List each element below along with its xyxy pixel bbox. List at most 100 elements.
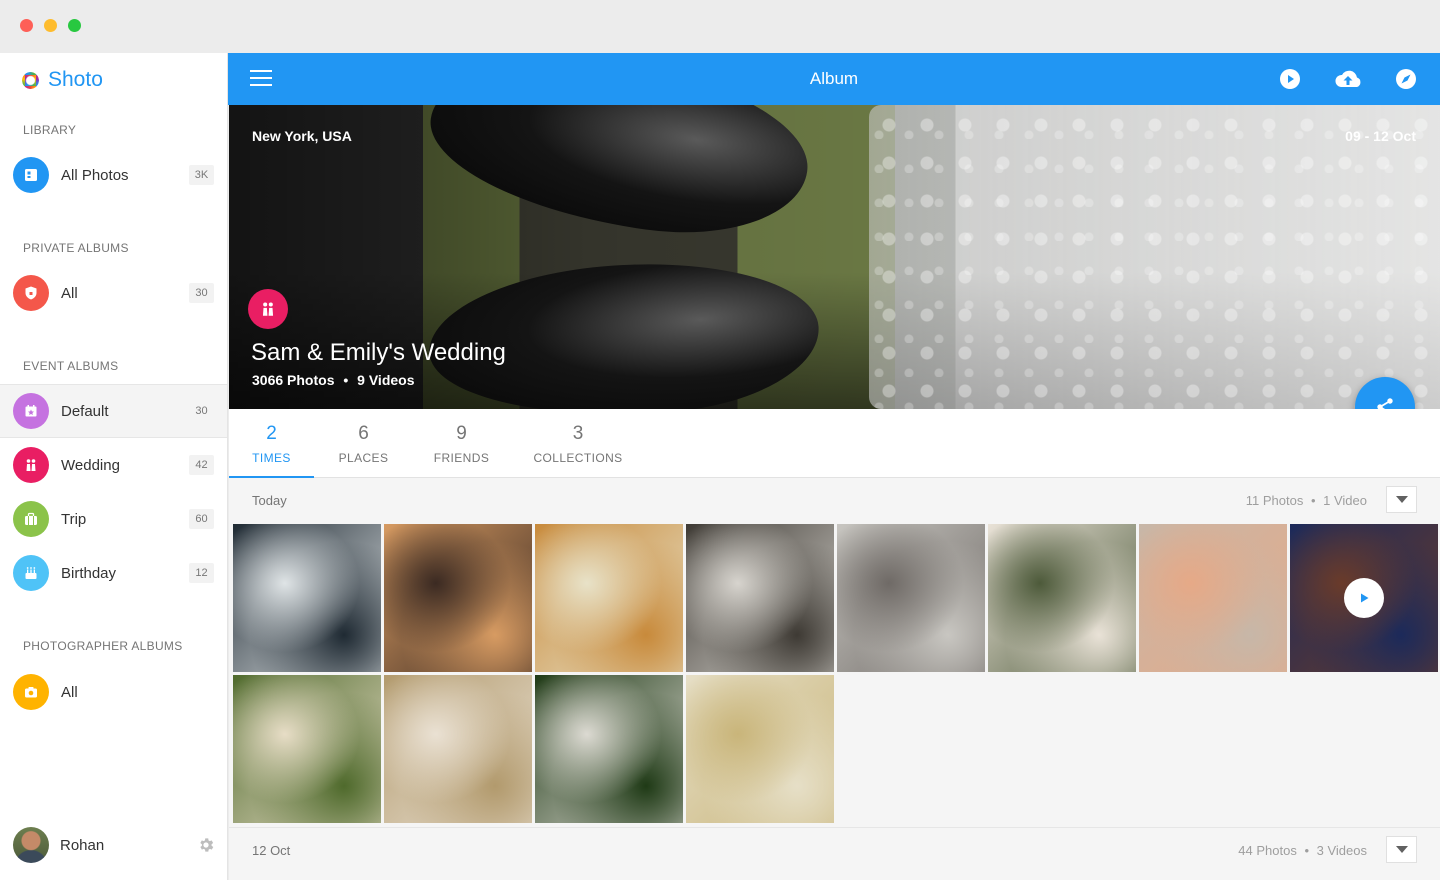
- tab-count: 9: [456, 423, 467, 444]
- album-photo-count: 3066 Photos: [252, 372, 335, 388]
- photo-thumbnail-couple-feet-grass[interactable]: [233, 675, 381, 823]
- app-bar: Album: [228, 53, 1440, 105]
- caret-down-icon: [1395, 845, 1408, 853]
- date-group-header: 12 Oct 44 Photos • 3 Videos: [229, 827, 1440, 871]
- photos-icon: [13, 157, 49, 193]
- sidebar-item-private-all[interactable]: All 30: [0, 266, 227, 320]
- group-photo-count: 11 Photos: [1245, 493, 1304, 508]
- photo-thumbnail-couple-walking-stairs[interactable]: [837, 524, 985, 672]
- sidebar-item-count: 12: [189, 563, 214, 583]
- photo-thumbnail-couple-embrace-lace[interactable]: [384, 675, 532, 823]
- sidebar-item-label: All: [61, 284, 78, 302]
- window-minimize-button[interactable]: [44, 19, 57, 32]
- tab-label: FRIENDS: [433, 451, 490, 465]
- photo-thumbnail-couple-sunset-field[interactable]: [384, 524, 532, 672]
- avatar[interactable]: [13, 827, 49, 863]
- tab-collections[interactable]: 3 COLLECTIONS: [523, 409, 633, 478]
- section-label-private-albums: PRIVATE ALBUMS: [23, 241, 129, 255]
- tab-count: 6: [358, 423, 369, 444]
- calendar-star-icon: [13, 393, 49, 429]
- sidebar-item-all-photos[interactable]: All Photos 3K: [0, 148, 227, 202]
- app-name: Shoto: [48, 68, 103, 91]
- tab-times[interactable]: 2 TIMES: [229, 409, 314, 479]
- lace-dress-image: [869, 105, 1440, 409]
- sidebar-item-photographer-all[interactable]: All: [0, 665, 227, 719]
- photo-thumbnail-lace-dress-back[interactable]: [686, 524, 834, 672]
- sidebar-item-trip[interactable]: Trip 60: [0, 492, 227, 546]
- sidebar-item-count: 60: [189, 509, 214, 529]
- album-location: New York, USA: [252, 128, 352, 144]
- sidebar-item-count: 42: [189, 455, 214, 475]
- album-cover: New York, USA 09 - 12 Oct Sam & Emily's …: [229, 105, 1440, 409]
- sidebar-item-default[interactable]: Default 30: [0, 384, 227, 438]
- window-close-button[interactable]: [20, 19, 33, 32]
- separator: •: [343, 372, 349, 388]
- sidebar-item-label: Wedding: [61, 456, 120, 474]
- compass-icon[interactable]: [1394, 67, 1418, 91]
- group-expand-button[interactable]: [1386, 836, 1417, 863]
- gear-icon[interactable]: [197, 836, 215, 854]
- tab-label: TIMES: [252, 451, 291, 465]
- shoe-image: [424, 251, 824, 409]
- date-group-stats: 44 Photos • 3 Videos: [1238, 843, 1367, 858]
- sidebar-item-count: 30: [195, 405, 208, 417]
- photo-thumbnail-groom-suit-boutonniere[interactable]: [233, 524, 381, 672]
- page-title: Album: [809, 69, 859, 88]
- photo-thumbnail-couple-forest[interactable]: [535, 675, 683, 823]
- brand[interactable]: Shoto: [22, 67, 103, 93]
- group-video-count: 1 Video: [1323, 493, 1367, 508]
- album-date-range: 09 - 12 Oct: [1345, 128, 1416, 144]
- date-group-title: 12 Oct: [252, 843, 291, 858]
- tab-count: 3: [572, 423, 584, 444]
- couple-icon: [248, 289, 288, 329]
- sidebar-item-label: Trip: [61, 510, 87, 528]
- section-label-library: LIBRARY: [23, 123, 77, 137]
- photo-thumbnail-friends-cheers-beer[interactable]: [535, 524, 683, 672]
- photo-thumbnail-bride-beach[interactable]: [988, 524, 1136, 672]
- photo-thumbnail-reception-table-video[interactable]: [1290, 524, 1438, 672]
- separator: •: [1304, 843, 1310, 858]
- tab-friends[interactable]: 9 FRIENDS: [419, 409, 504, 478]
- sidebar-item-label: All: [61, 683, 78, 701]
- sidebar-item-wedding[interactable]: Wedding 42: [0, 438, 227, 492]
- date-group-title: Today: [252, 493, 287, 508]
- album-tabs: 2 TIMES 6 PLACES 9 FRIENDS 3 COLLECTIONS: [229, 409, 1440, 479]
- photo-thumbnail-couple-field-barn[interactable]: [686, 675, 834, 823]
- date-group-header: Today 11 Photos • 1 Video: [229, 478, 1440, 522]
- main-content: Album New York, USA 09 - 12 Oct Sam & Em…: [228, 53, 1440, 880]
- suitcase-icon: [13, 501, 49, 537]
- album-stats: 3066 Photos • 9 Videos: [252, 372, 415, 388]
- sidebar-item-count: 30: [189, 283, 214, 303]
- photo-thumbnail-rings-hands-bouquet[interactable]: [1139, 524, 1287, 672]
- play-icon[interactable]: [1344, 578, 1384, 618]
- tab-places[interactable]: 6 PLACES: [321, 409, 406, 478]
- user-profile[interactable]: Rohan: [0, 810, 227, 880]
- user-name: Rohan: [60, 837, 105, 854]
- couple-icon: [13, 447, 49, 483]
- separator: •: [1310, 493, 1316, 508]
- sidebar-item-label: Default: [61, 402, 109, 420]
- sidebar-item-label: Birthday: [61, 564, 117, 582]
- sidebar: Shoto LIBRARY All Photos 3K PRIVATE ALBU…: [0, 53, 228, 880]
- group-photo-count: 44 Photos: [1238, 843, 1297, 858]
- group-expand-button[interactable]: [1386, 486, 1417, 513]
- sidebar-item-count: 3K: [189, 165, 214, 185]
- tab-count: 2: [266, 423, 277, 444]
- share-icon: [1377, 398, 1393, 409]
- date-group-stats: 11 Photos • 1 Video: [1246, 493, 1367, 508]
- window-maximize-button[interactable]: [68, 19, 81, 32]
- album-title: Sam & Emily's Wedding: [251, 339, 506, 366]
- shield-lock-icon: [13, 275, 49, 311]
- sidebar-item-label: All Photos: [61, 166, 129, 184]
- caret-down-icon: [1395, 495, 1408, 503]
- play-circle-icon[interactable]: [1278, 67, 1302, 91]
- cloud-upload-icon[interactable]: [1333, 67, 1363, 91]
- tab-label: COLLECTIONS: [533, 451, 623, 465]
- section-label-event-albums: EVENT ALBUMS: [23, 359, 119, 373]
- tab-label: PLACES: [338, 451, 389, 465]
- window-titlebar: [0, 0, 1440, 53]
- sidebar-item-birthday[interactable]: Birthday 12: [0, 546, 227, 600]
- shoe-image: [419, 105, 819, 251]
- group-video-count: 3 Videos: [1316, 843, 1367, 858]
- shoto-logo-icon: [22, 71, 39, 89]
